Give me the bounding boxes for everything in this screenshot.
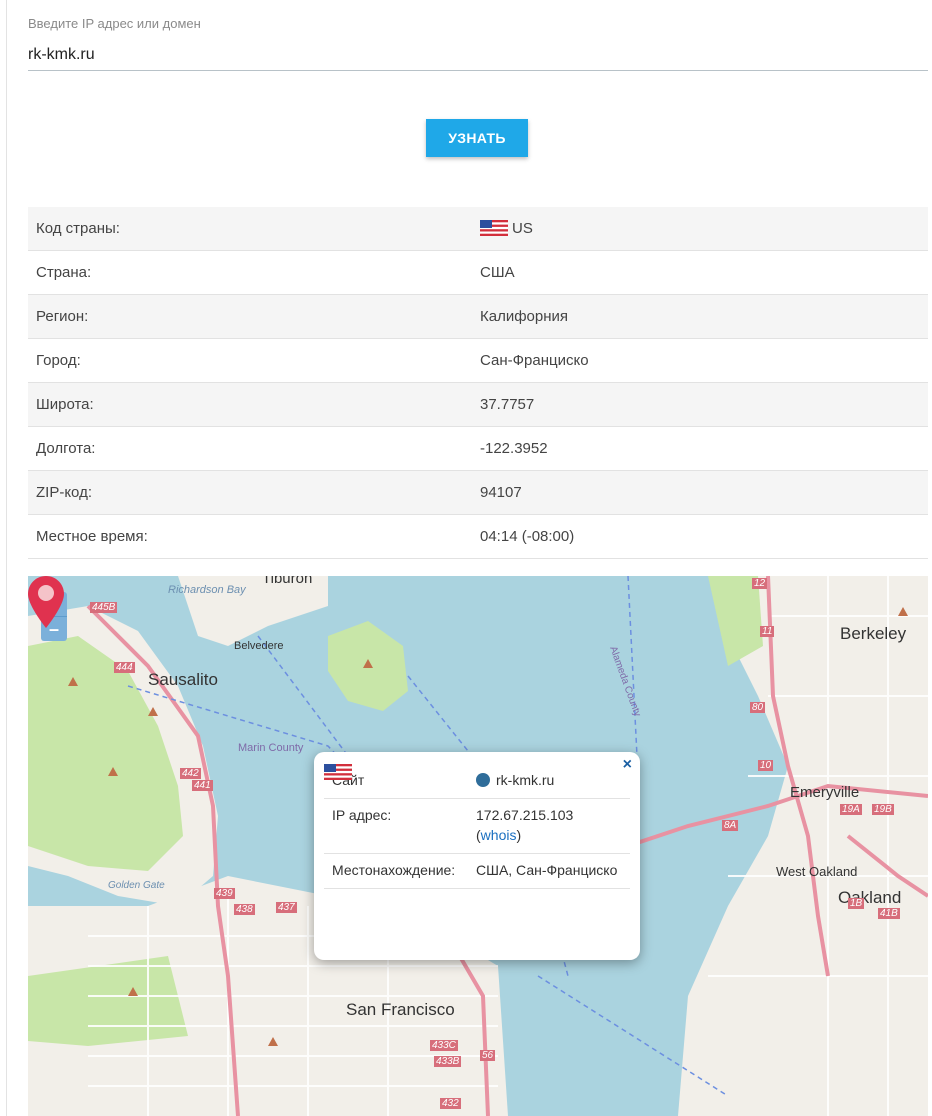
ip-domain-input[interactable] [28,40,928,71]
row-value: 04:14 (-08:00) [480,514,928,559]
table-row: Город: Сан-Франциско [28,338,928,383]
map-label-west-oakland: West Oakland [776,864,858,879]
globe-icon [476,773,490,787]
table-row: Сайт rk-kmk.ru [324,764,630,799]
ip-label: IP адрес: [324,798,468,854]
table-row: Местное время: 04:14 (-08:00) [28,514,928,559]
map-popup: × Сайт rk-kmk.ru IP адрес: 172.67.215.10… [314,752,640,960]
route-shield: 19B [872,804,894,815]
country-code: US [512,220,533,237]
row-key: Код страны: [28,207,480,251]
location-map[interactable]: + – Tiburon Richardson Bay Belvedere Sau… [28,576,928,1116]
route-shield: 445B [90,602,118,613]
table-row: IP адрес: 172.67.215.103 (whois) [324,798,630,854]
info-table: Код страны: US Страна: США Регион: Калиф… [28,207,928,559]
row-value: Сан-Франциско [480,338,928,383]
map-label-san-francisco: San Francisco [346,1000,455,1019]
left-border [6,0,7,1116]
table-row: Долгота: -122.3952 [28,426,928,471]
route-shield: 1B [848,898,865,909]
whois-close: ) [516,827,522,843]
location-value: США, Сан-Франциско [476,862,618,878]
table-row: Местонахождение: США, Сан-Франциско [324,764,630,889]
row-value: США [480,250,928,295]
route-shield: 12 [752,578,768,589]
row-key: Страна: [28,250,480,295]
whois-wrapper: (whois) [476,827,630,843]
popup-table: Сайт rk-kmk.ru IP адрес: 172.67.215.103 … [324,764,630,889]
ip-value-cell: 172.67.215.103 (whois) [468,798,630,854]
map-label-berkeley: Berkeley [840,624,907,643]
row-key: Регион: [28,294,480,339]
location-value-cell: США, Сан-Франциско [324,764,630,889]
ip-value: 172.67.215.103 [476,807,574,823]
table-row: Код страны: US [28,207,928,251]
route-shield: 432 [440,1098,461,1109]
map-label-richardson-bay: Richardson Bay [168,584,246,596]
us-flag-icon [480,220,508,236]
row-key: Местное время: [28,514,480,559]
route-shield: 442 [180,768,201,779]
ip-domain-label: Введите IP адрес или домен [28,16,201,31]
map-label-emeryville: Emeryville [790,784,860,801]
route-shield: 56 [480,1050,496,1061]
route-shield: 10 [758,760,774,771]
us-flag-icon [324,764,352,780]
site-value-cell: rk-kmk.ru [468,764,630,799]
row-key: ZIP-код: [28,470,480,515]
map-label-marin-county: Marin County [238,742,304,754]
route-shield: 439 [214,888,235,899]
table-row: Широта: 37.7757 [28,382,928,427]
route-shield: 441 [192,780,213,791]
route-shield: 8A [722,820,739,831]
route-shield: 444 [114,662,135,673]
row-value: -122.3952 [480,426,928,471]
map-label-belvedere: Belvedere [234,640,284,652]
map-pin-icon[interactable] [28,576,64,628]
whois-link[interactable]: whois [481,827,517,843]
map-label-sausalito: Sausalito [148,670,218,689]
map-label-tiburon: Tiburon [262,576,313,587]
route-shield: 41B [878,908,900,919]
route-shield: 437 [276,902,297,913]
map-label-golden-gate: Golden Gate [108,880,165,891]
site-value: rk-kmk.ru [496,772,555,788]
row-value: US [480,207,928,251]
route-shield: 19A [840,804,862,815]
row-key: Долгота: [28,426,480,471]
route-shield: 433C [430,1040,458,1051]
row-key: Город: [28,338,480,383]
route-shield: 433B [434,1056,462,1067]
lookup-button[interactable]: УЗНАТЬ [426,119,528,157]
row-value: 94107 [480,470,928,515]
ip-domain-field: Введите IP адрес или домен [28,14,928,71]
table-row: ZIP-код: 94107 [28,470,928,515]
table-row: Регион: Калифорния [28,294,928,339]
route-shield: 438 [234,904,255,915]
route-shield: 11 [760,626,775,637]
row-value: 37.7757 [480,382,928,427]
table-row: Страна: США [28,250,928,295]
route-shield: 80 [750,702,766,713]
row-value: Калифорния [480,294,928,339]
row-key: Широта: [28,382,480,427]
location-label: Местонахождение: [324,853,468,889]
